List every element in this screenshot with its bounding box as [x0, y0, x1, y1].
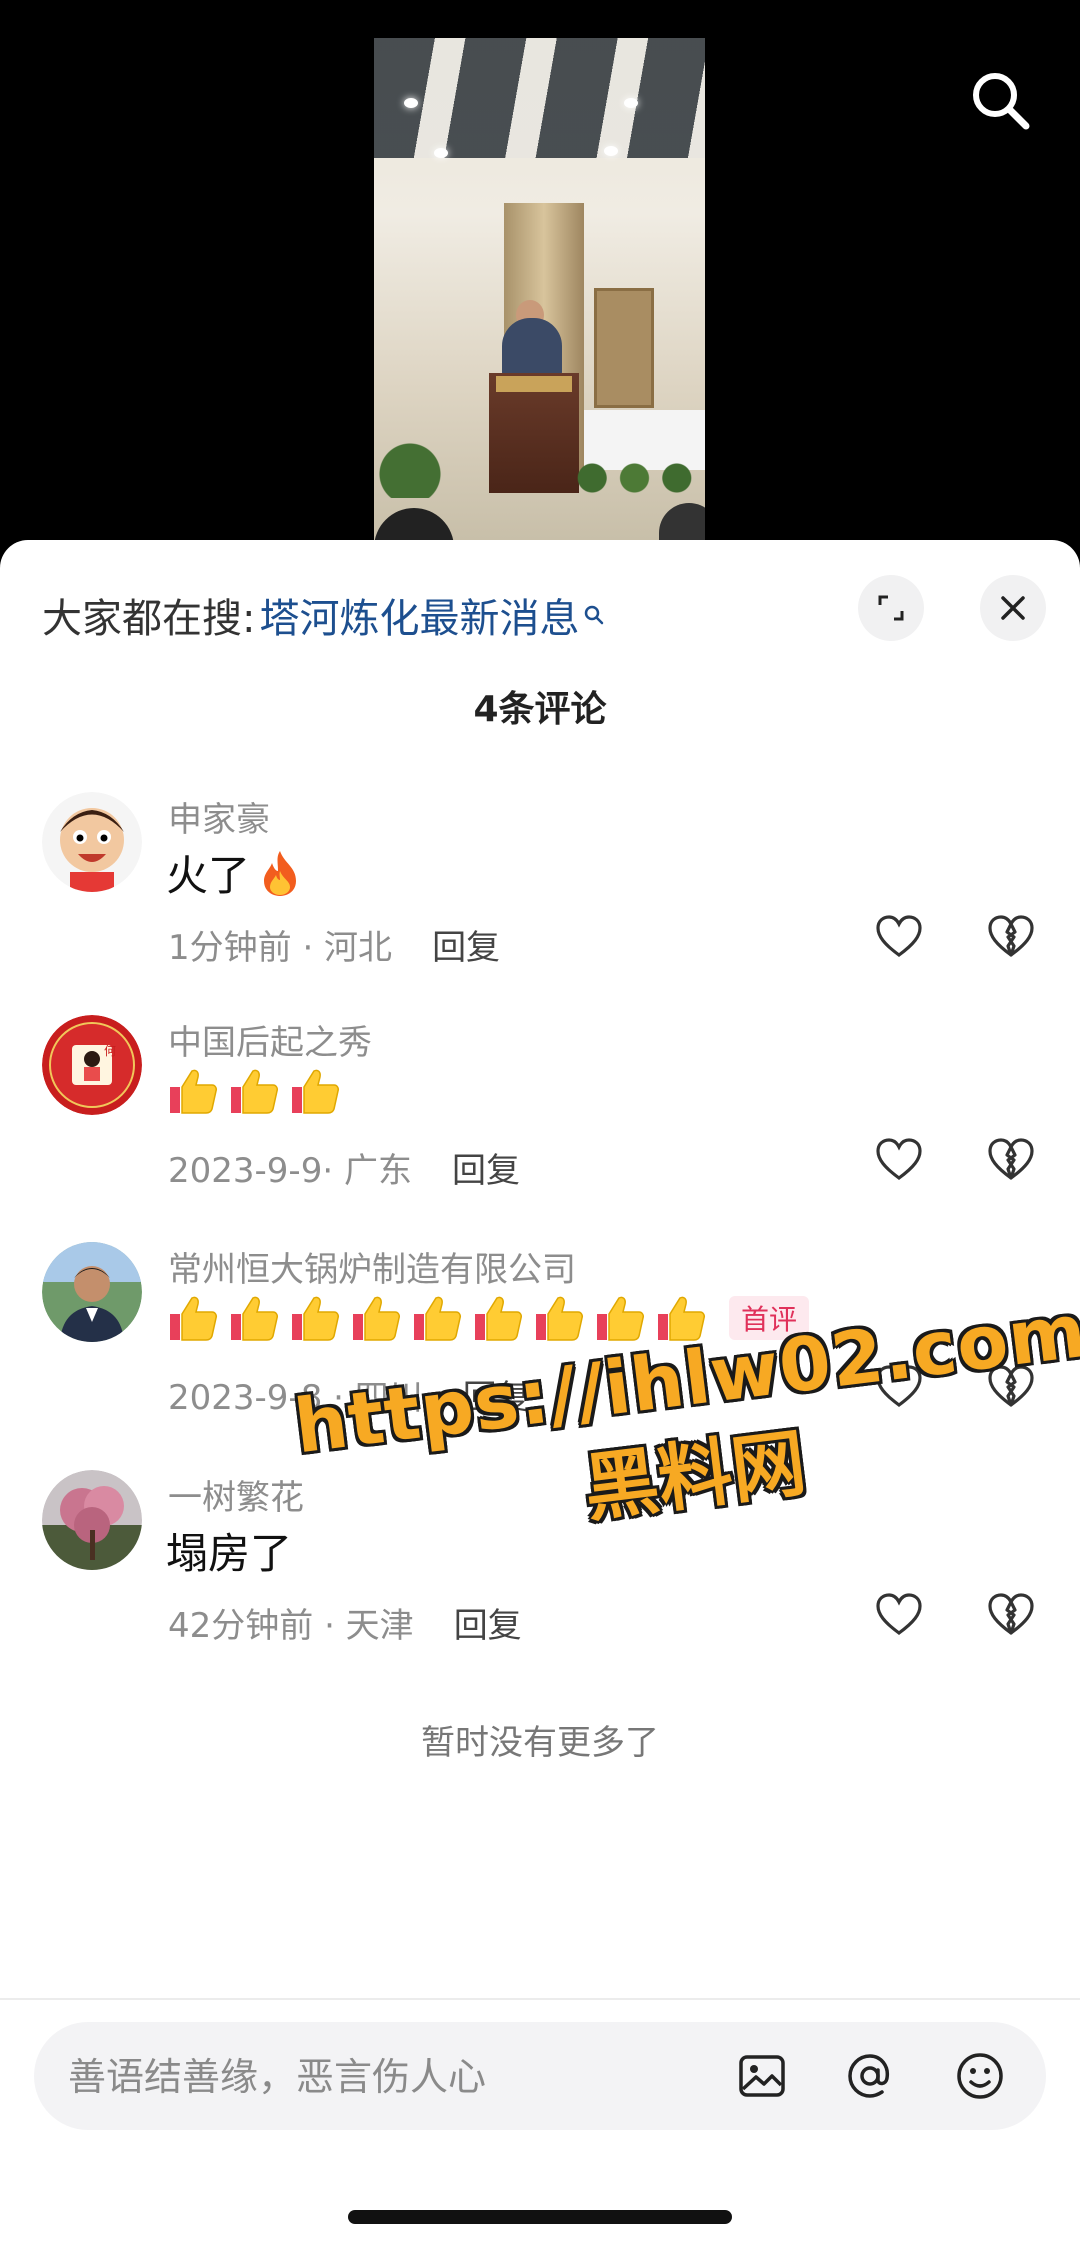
- comment-time: 1分钟前 · 河北: [168, 928, 393, 968]
- mention-icon[interactable]: [840, 2046, 900, 2106]
- hot-search-bar[interactable]: 大家都在搜: 塔河炼化最新消息: [42, 585, 605, 645]
- comment-meta: 2023-9-9· 广东 回复: [168, 1143, 520, 1192]
- close-icon: [1001, 596, 1025, 620]
- reply-button[interactable]: 回复: [454, 1598, 522, 1647]
- heart-icon[interactable]: [874, 1135, 924, 1185]
- comment-item: 何 中国后起之秀 2023-9-9· 广东 回复: [0, 1015, 1080, 1215]
- emoji-icon[interactable]: [950, 2046, 1010, 2106]
- comment-username[interactable]: 中国后起之秀: [168, 1015, 372, 1064]
- thumbs-up-emoji-icon: [292, 1069, 339, 1114]
- thumbs-up-emoji-icon: [231, 1296, 278, 1341]
- thumbs-up-emoji-icon: [292, 1296, 339, 1341]
- comment-meta: 1分钟前 · 河北 回复: [168, 920, 500, 969]
- reply-button[interactable]: 回复: [452, 1143, 520, 1192]
- comment-username[interactable]: 申家豪: [168, 792, 270, 841]
- comments-sheet: 大家都在搜: 塔河炼化最新消息 4条评论 申家豪 火了 1分钟前 · 河北 回复…: [0, 540, 1080, 2248]
- divider: [0, 1998, 1080, 2000]
- fire-emoji-icon: [264, 850, 297, 896]
- search-icon[interactable]: [968, 68, 1032, 132]
- no-more-text: 暂时没有更多了: [421, 1723, 659, 1763]
- comment-text-content: 塌房了: [166, 1529, 293, 1578]
- comment-time: 2023-9-9· 广东: [168, 1151, 412, 1191]
- avatar[interactable]: [42, 1242, 142, 1342]
- comment-text: 火了: [166, 842, 302, 903]
- search-small-icon: [585, 605, 604, 625]
- thumbs-up-emoji-icon: [597, 1296, 644, 1341]
- broken-heart-icon[interactable]: [986, 912, 1036, 962]
- first-comment-badge: 首评: [729, 1296, 810, 1340]
- avatar[interactable]: 何: [42, 1015, 142, 1115]
- comment-username[interactable]: 一树繁花: [168, 1470, 304, 1519]
- home-indicator[interactable]: [348, 2210, 732, 2224]
- comment-item: 常州恒大锅炉制造有限公司 首评 2023-9-8 · 四川 回复: [0, 1242, 1080, 1442]
- heart-icon[interactable]: [874, 1590, 924, 1640]
- thumbs-up-emoji-icon: [536, 1296, 583, 1341]
- thumbs-up-emoji-icon: [231, 1069, 278, 1114]
- svg-text:何: 何: [104, 1044, 116, 1058]
- comment-input-bar: [34, 2022, 1046, 2130]
- avatar[interactable]: [42, 792, 142, 892]
- comment-text: 塌房了: [166, 1520, 292, 1581]
- heart-icon[interactable]: [874, 1362, 924, 1412]
- heart-icon[interactable]: [874, 912, 924, 962]
- comment-text: 首评: [166, 1292, 810, 1344]
- comment-meta: 42分钟前 · 天津 回复: [168, 1598, 522, 1647]
- expand-button[interactable]: [858, 575, 924, 641]
- close-button[interactable]: [980, 575, 1046, 641]
- thumbs-up-emoji-icon: [475, 1296, 522, 1341]
- comment-item: 一树繁花 塌房了 42分钟前 · 天津 回复: [0, 1470, 1080, 1670]
- comment-meta: 2023-9-8 · 四川 回复: [168, 1370, 531, 1419]
- comment-input[interactable]: [66, 2046, 710, 2108]
- broken-heart-icon[interactable]: [986, 1590, 1036, 1640]
- video-player[interactable]: [374, 38, 705, 540]
- hot-search-prefix: 大家都在搜:: [42, 596, 256, 642]
- comment-username[interactable]: 常州恒大锅炉制造有限公司: [168, 1242, 576, 1291]
- comment-text-content: 火了: [166, 851, 251, 900]
- thumbs-up-emoji-icon: [353, 1296, 400, 1341]
- broken-heart-icon[interactable]: [986, 1362, 1036, 1412]
- reply-button[interactable]: 回复: [463, 1370, 531, 1419]
- thumbs-up-emoji-icon: [414, 1296, 461, 1341]
- hot-search-keyword[interactable]: 塔河炼化最新消息: [259, 586, 579, 644]
- comment-item: 申家豪 火了 1分钟前 · 河北 回复: [0, 792, 1080, 992]
- comment-text: [166, 1065, 349, 1117]
- comment-count: 4条评论: [473, 689, 607, 730]
- thumbs-up-emoji-icon: [170, 1296, 217, 1341]
- reply-button[interactable]: 回复: [432, 920, 500, 969]
- expand-icon: [878, 595, 904, 621]
- avatar[interactable]: [42, 1470, 142, 1570]
- image-icon[interactable]: [732, 2046, 792, 2106]
- broken-heart-icon[interactable]: [986, 1135, 1036, 1185]
- thumbs-up-emoji-icon: [658, 1296, 705, 1341]
- thumbs-up-emoji-icon: [170, 1069, 217, 1114]
- comment-time: 2023-9-8 · 四川: [168, 1378, 423, 1418]
- screen: 大家都在搜: 塔河炼化最新消息 4条评论 申家豪 火了 1分钟前 · 河北 回复…: [0, 0, 1080, 2248]
- comment-time: 42分钟前 · 天津: [168, 1606, 414, 1646]
